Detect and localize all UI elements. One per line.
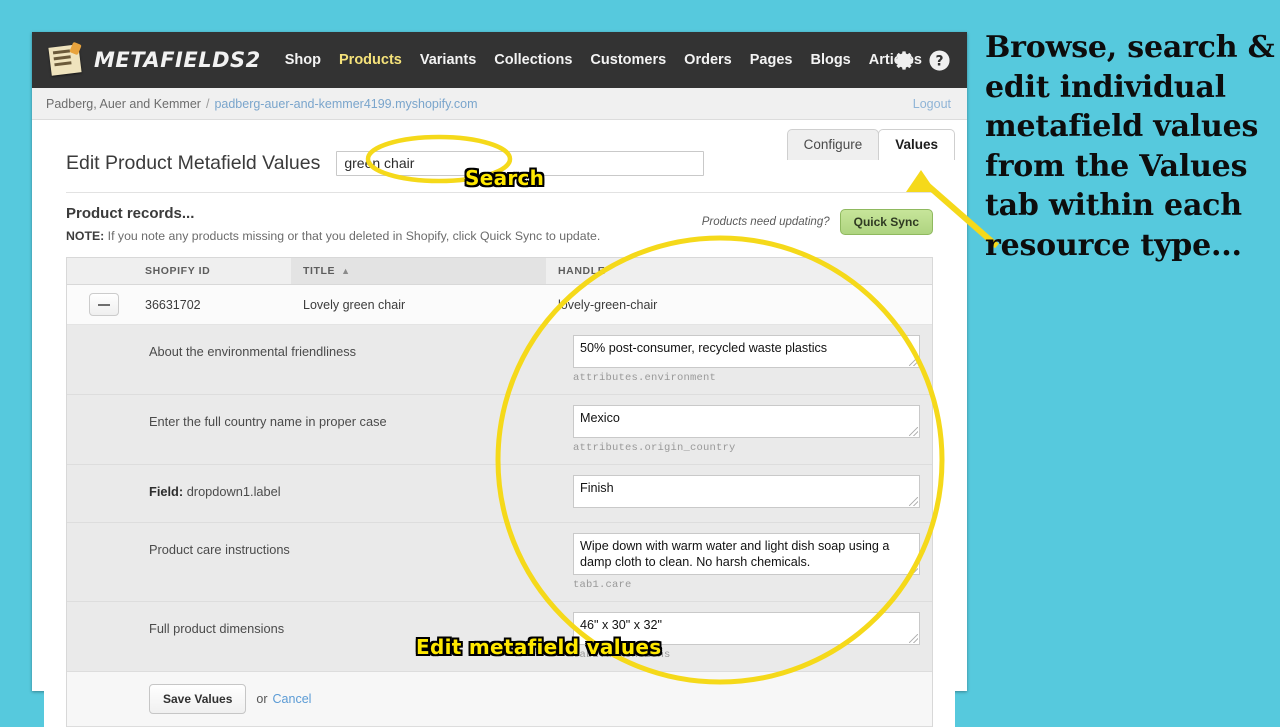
metafield-value-textarea[interactable]: Mexico xyxy=(573,405,920,438)
metafield-field: 50% post-consumer, recycled waste plasti… xyxy=(573,335,932,384)
nav-item-customers[interactable]: Customers xyxy=(590,52,666,68)
resize-grip-icon[interactable] xyxy=(909,497,918,506)
breadcrumb: Padberg, Auer and Kemmer / padberg-auer-… xyxy=(32,88,967,120)
metafield-key: attributes.origin_country xyxy=(573,442,920,454)
resize-grip-icon[interactable] xyxy=(909,427,918,436)
resize-grip-icon[interactable] xyxy=(909,564,918,573)
brand-title: METAFIELDS2 xyxy=(94,48,261,72)
gear-icon[interactable] xyxy=(893,49,916,72)
sort-ascending-icon: ▲ xyxy=(341,266,351,276)
save-values-button[interactable]: Save Values xyxy=(149,684,246,714)
breadcrumb-separator: / xyxy=(206,97,209,111)
column-header-toggle xyxy=(67,258,133,284)
note-body: If you note any products missing or that… xyxy=(104,229,600,243)
metafield-field: Finish xyxy=(573,475,932,512)
metafield-label: Field: dropdown1.label xyxy=(67,475,573,512)
nav-item-collections[interactable]: Collections xyxy=(494,52,572,68)
sticky-note-icon xyxy=(48,43,84,77)
metafield-row: About the environmental friendliness 50%… xyxy=(67,325,932,395)
resize-grip-icon[interactable] xyxy=(909,634,918,643)
or-text: or xyxy=(256,692,267,706)
resize-grip-icon[interactable] xyxy=(909,357,918,366)
nav-item-shop[interactable]: Shop xyxy=(285,52,321,68)
breadcrumb-shop-link[interactable]: padberg-auer-and-kemmer4199.myshopify.co… xyxy=(214,97,477,111)
metafield-field: Mexico attributes.origin_country xyxy=(573,405,932,454)
form-actions: Save Values or Cancel xyxy=(67,672,932,727)
table-row: 36631702 Lovely green chair lovely-green… xyxy=(67,285,932,325)
metafield-row: Enter the full country name in proper ca… xyxy=(67,395,932,465)
metafield-row: Product care instructions Wipe down with… xyxy=(67,523,932,602)
annotation-edit-label: Edit metafield values xyxy=(416,635,661,659)
metafield-value-textarea[interactable]: Wipe down with warm water and light dish… xyxy=(573,533,920,575)
tab-group: Configure Values xyxy=(788,128,955,159)
nav-icon-group: ? xyxy=(893,32,951,88)
cancel-link[interactable]: Cancel xyxy=(273,692,312,706)
logout-link[interactable]: Logout xyxy=(913,97,951,111)
metafield-key: tab1.care xyxy=(573,579,920,591)
minus-icon xyxy=(98,304,110,306)
svg-text:?: ? xyxy=(935,53,943,69)
metafield-key: attributes.environment xyxy=(573,372,920,384)
quick-sync-group: Products need updating? Quick Sync xyxy=(702,209,933,235)
tab-configure[interactable]: Configure xyxy=(787,129,880,160)
help-icon[interactable]: ? xyxy=(928,49,951,72)
cell-title: Lovely green chair xyxy=(291,298,546,312)
quick-sync-button[interactable]: Quick Sync xyxy=(840,209,933,235)
app-window: METAFIELDS2 Shop Products Variants Colle… xyxy=(32,32,967,691)
tab-values[interactable]: Values xyxy=(878,129,955,160)
metafield-label: Product care instructions xyxy=(67,533,573,591)
metafield-field: Wipe down with warm water and light dish… xyxy=(573,533,932,591)
metafield-value-textarea[interactable]: 50% post-consumer, recycled waste plasti… xyxy=(573,335,920,368)
metafield-value-textarea[interactable]: Finish xyxy=(573,475,920,508)
screenshot-stage: METAFIELDS2 Shop Products Variants Colle… xyxy=(0,0,1280,720)
nav-item-blogs[interactable]: Blogs xyxy=(810,52,850,68)
nav-item-variants[interactable]: Variants xyxy=(420,52,476,68)
breadcrumb-account: Padberg, Auer and Kemmer xyxy=(46,97,201,111)
metafield-label: About the environmental friendliness xyxy=(67,335,573,384)
column-header-title-label: TITLE xyxy=(303,265,335,277)
metafield-label: Enter the full country name in proper ca… xyxy=(67,405,573,454)
column-header-title[interactable]: TITLE ▲ xyxy=(291,258,546,284)
collapse-row-button[interactable] xyxy=(89,293,119,316)
metafield-row: Field: dropdown1.label Finish xyxy=(67,465,932,523)
cell-handle: lovely-green-chair xyxy=(546,298,932,312)
top-navigation-bar: METAFIELDS2 Shop Products Variants Colle… xyxy=(32,32,967,88)
marketing-caption: Browse, search & edit individual metafie… xyxy=(985,28,1275,266)
metafield-label-prefix: Field: xyxy=(149,484,183,499)
page-title: Edit Product Metafield Values xyxy=(66,152,320,175)
nav-item-products[interactable]: Products xyxy=(339,52,402,68)
nav-item-orders[interactable]: Orders xyxy=(684,52,732,68)
metafield-label-text: dropdown1.label xyxy=(187,484,281,499)
nav-item-pages[interactable]: Pages xyxy=(750,52,793,68)
cell-shopify-id: 36631702 xyxy=(133,298,291,312)
table-header-row: SHOPIFY ID TITLE ▲ HANDLE xyxy=(67,258,932,285)
sync-hint-text: Products need updating? xyxy=(702,216,830,228)
section-header: Product records... NOTE: If you note any… xyxy=(44,193,955,245)
page-body: Edit Product Metafield Values Configure … xyxy=(32,120,967,691)
note-prefix: NOTE: xyxy=(66,229,104,243)
column-header-shopify-id[interactable]: SHOPIFY ID xyxy=(133,258,291,284)
column-header-handle[interactable]: HANDLE xyxy=(546,258,932,284)
annotation-search-label: Search xyxy=(465,166,544,190)
